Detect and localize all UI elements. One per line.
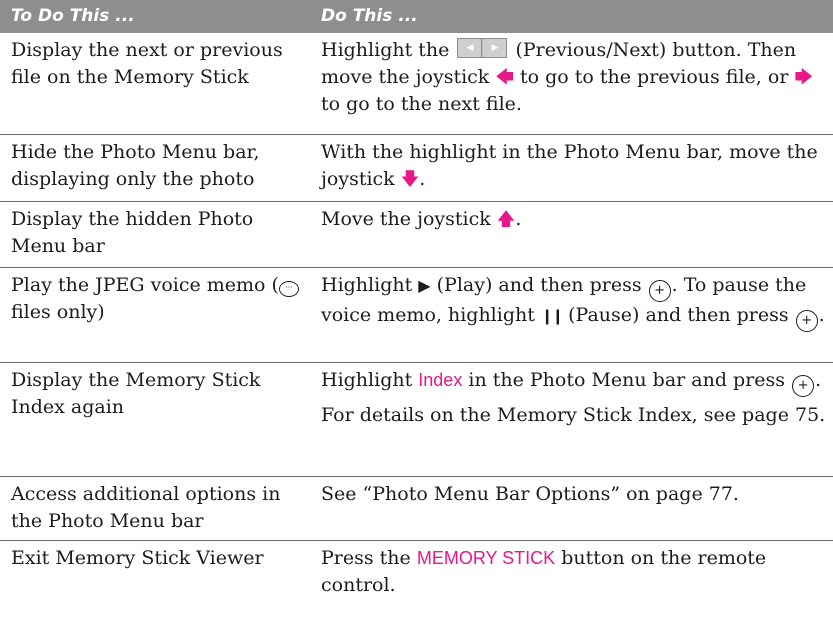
row-do: Highlight Index in the Photo Menu bar an…	[321, 367, 826, 429]
table-row: Hide the Photo Menu bar, displaying only…	[0, 135, 833, 202]
row-todo: Play the JPEG voice memo (··· files only…	[11, 272, 311, 326]
index-label: Index	[418, 370, 463, 390]
table-row: Display the Memory Stick Index again Hig…	[0, 363, 833, 477]
row-todo: Display the hidden Photo Menu bar	[11, 208, 254, 257]
pause-icon: ❙❙	[540, 307, 564, 325]
enter-button-icon: +	[648, 280, 671, 302]
enter-button-icon: +	[795, 310, 818, 332]
row-do: Press the MEMORY STICK button on the rem…	[321, 547, 767, 596]
row-todo: Exit Memory Stick Viewer	[11, 547, 264, 569]
row-todo: Access additional options in the Photo M…	[11, 483, 281, 532]
arrow-up-icon: 🡅	[496, 209, 516, 230]
arrow-right-icon: 🡆	[794, 67, 814, 88]
previous-next-button-icon: ◀ ▶	[457, 38, 508, 58]
row-todo: Display the next or previous file on the…	[11, 39, 283, 88]
arrow-left-icon: 🡄	[495, 67, 514, 88]
enter-button-icon: +	[792, 375, 815, 397]
row-do: With the highlight in the Photo Menu bar…	[321, 141, 818, 190]
details-note: For details on the Memory Stick Index, s…	[321, 404, 826, 426]
table-row: Display the next or previous file on the…	[0, 33, 833, 135]
row-do: Move the joystick 🡅.	[321, 208, 522, 230]
row-todo: Hide the Photo Menu bar, displaying only…	[11, 141, 260, 190]
row-todo: Display the Memory Stick Index again	[11, 369, 261, 418]
table-row: Display the hidden Photo Menu bar Move t…	[0, 202, 833, 268]
table-row: Play the JPEG voice memo (··· files only…	[0, 268, 833, 363]
play-icon: ▶	[418, 276, 431, 295]
voice-memo-icon: ···	[278, 281, 299, 297]
header-do: Do This ...	[321, 6, 418, 26]
table-row: Exit Memory Stick Viewer Press the MEMOR…	[0, 541, 833, 625]
row-do: See “Photo Menu Bar Options” on page 77.	[321, 483, 739, 505]
row-do: Highlight ▶ (Play) and then press +. To …	[321, 272, 826, 332]
memory-stick-button-label: MEMORY STICK	[416, 548, 556, 568]
header-todo: To Do This ...	[11, 6, 135, 26]
row-do: Highlight the ◀ ▶ (Previous/Next) button.…	[321, 38, 814, 115]
table-row: Access additional options in the Photo M…	[0, 477, 833, 541]
arrow-down-icon: 🡇	[400, 169, 420, 190]
table-header: To Do This ... Do This ...	[0, 0, 833, 33]
